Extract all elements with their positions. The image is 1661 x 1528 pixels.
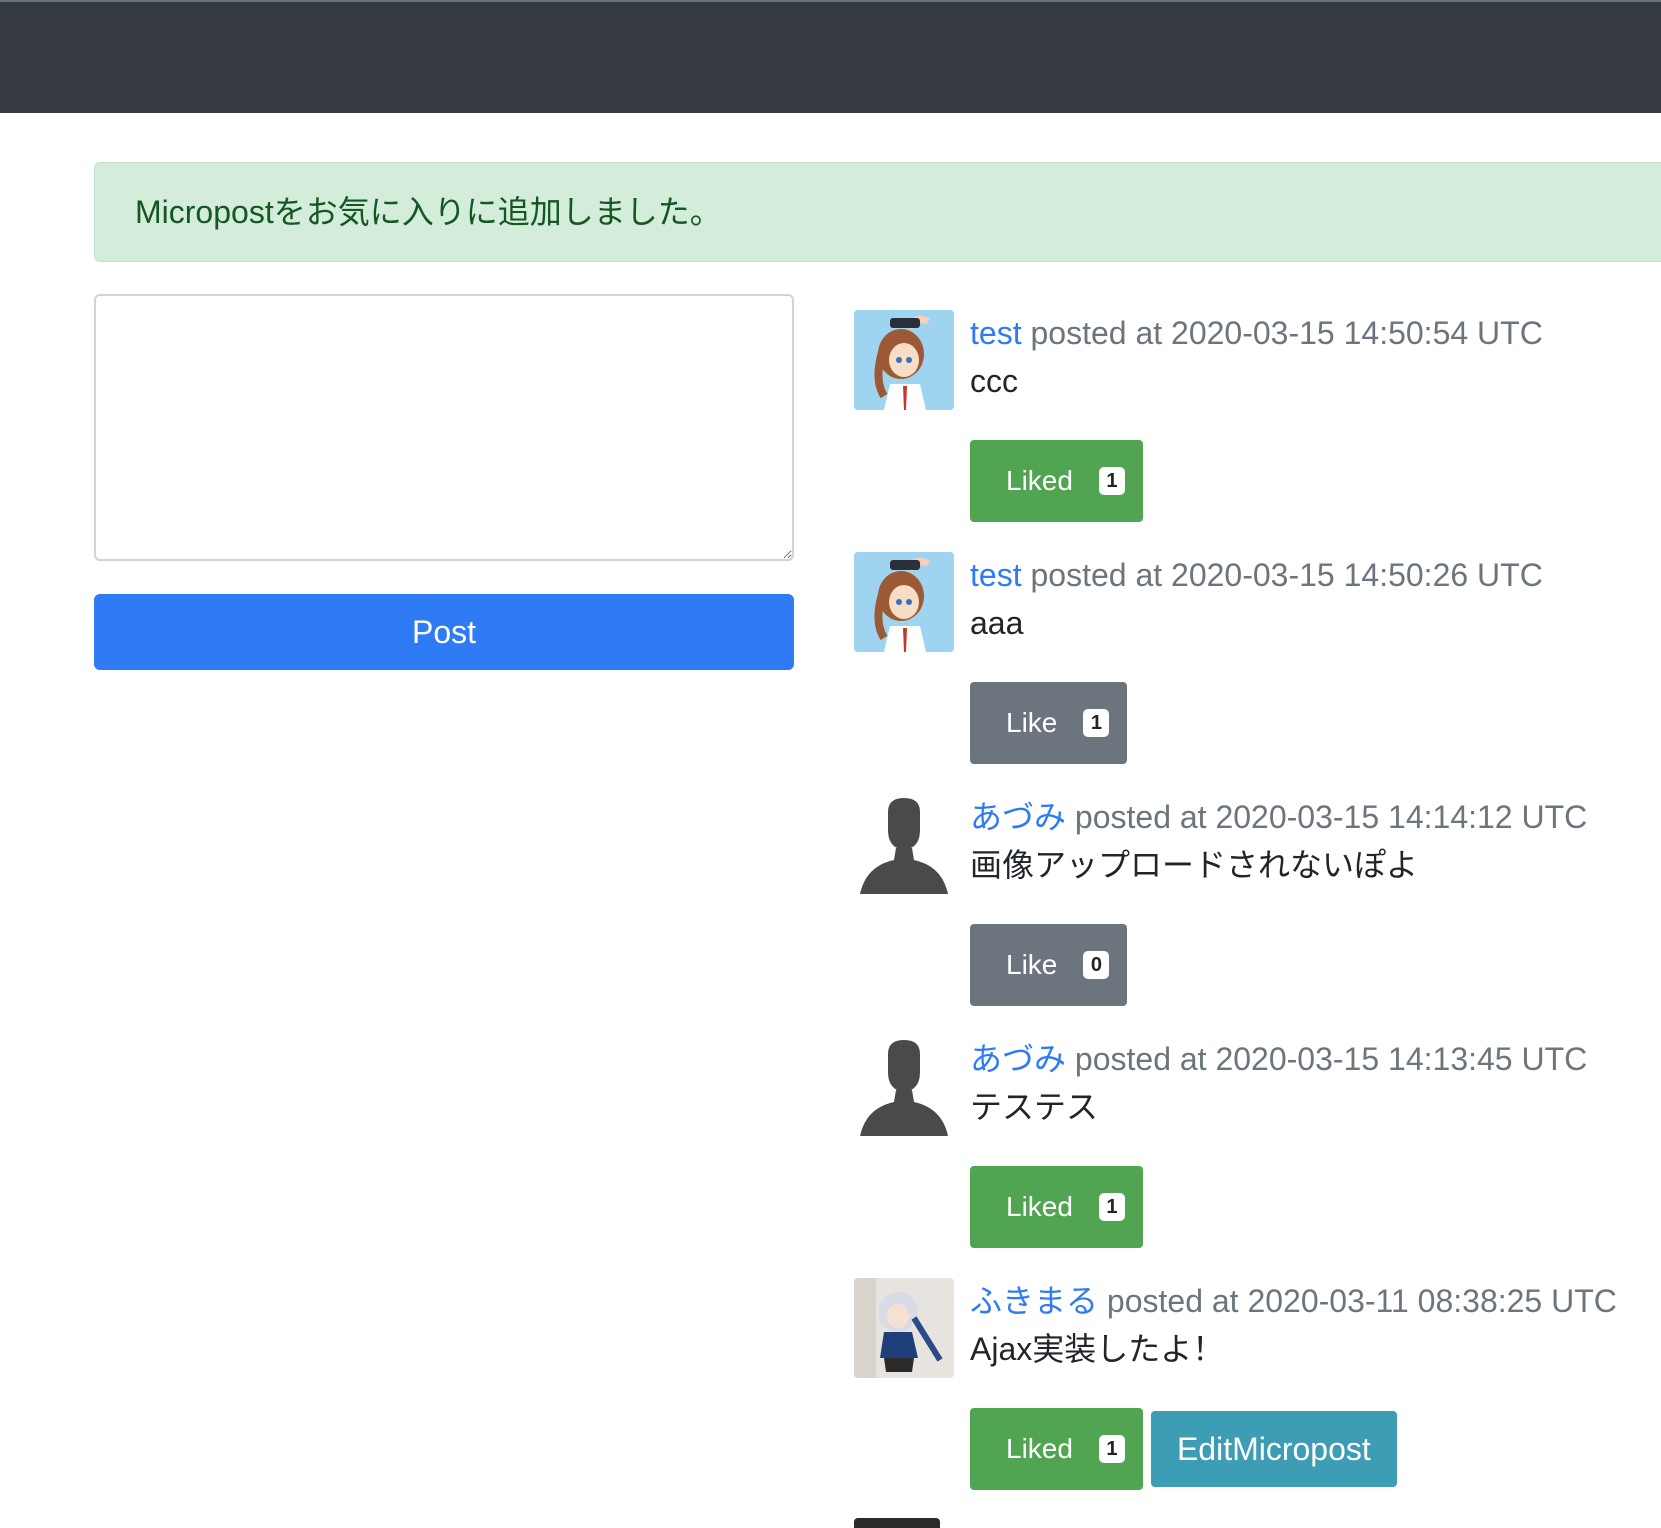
post-meta: あづみ posted at 2020-03-15 14:14:12 UTC [970,794,1661,840]
post-timestamp: posted at 2020-03-15 14:50:54 UTC [1021,315,1543,351]
post-body: あづみ posted at 2020-03-15 14:13:45 UTC テス… [970,1036,1661,1248]
post-body: test posted at 2020-03-15 14:50:54 UTC c… [970,310,1661,522]
post-content: ccc [970,363,1018,399]
like-button[interactable]: Like 1 [970,682,1128,764]
post-body: ふきまる posted at 2020-03-11 08:38:25 UTC A… [970,1278,1661,1490]
like-label: Liked [1006,1191,1073,1222]
like-label: Liked [1006,1433,1073,1464]
post-meta: test posted at 2020-03-15 14:50:54 UTC [970,310,1661,356]
user-avatar-default[interactable] [854,1036,954,1136]
user-avatar-figure-photo[interactable] [854,1278,954,1378]
post-content: Ajax実装したよ！ [970,1331,1225,1367]
post-timestamp: posted at 2020-03-11 08:38:25 UTC [1098,1283,1617,1319]
post-body: あづみ posted at 2020-03-15 14:14:12 UTC 画像… [970,794,1661,1006]
post-content: aaa [970,605,1024,641]
like-label: Like [1006,949,1058,980]
edit-micropost-button[interactable]: EditMicropost [1150,1411,1397,1487]
post-timestamp: posted at 2020-03-15 14:13:45 UTC [1066,1041,1588,1077]
micropost-form: Post [94,294,794,670]
post-content: テステス [970,1089,1099,1125]
default-user-silhouette-icon [854,794,954,894]
post-content: 画像アップロードされないぽよ [970,847,1419,883]
like-label: Like [1006,707,1058,738]
partial-next-avatar [854,1518,940,1528]
liked-button[interactable]: Liked 1 [970,1408,1143,1490]
alert-message: Micropostをお気に入りに追加しました。 [135,194,722,230]
liked-button[interactable]: Liked 1 [970,440,1143,522]
like-count-badge: 1 [1098,1435,1125,1463]
micropost-item: test posted at 2020-03-15 14:50:54 UTC c… [854,310,1661,552]
post-actions: Liked 1 [970,1166,1661,1248]
user-link[interactable]: あづみ [970,1041,1066,1077]
micropost-textarea[interactable] [94,294,794,561]
post-timestamp: posted at 2020-03-15 14:14:12 UTC [1066,799,1588,835]
post-meta: test posted at 2020-03-15 14:50:26 UTC [970,552,1661,598]
post-timestamp: posted at 2020-03-15 14:50:26 UTC [1021,557,1543,593]
anime-girl-avatar-icon [854,552,954,652]
like-count-badge: 0 [1083,951,1110,979]
top-navbar [0,0,1661,113]
user-avatar-anime-girl[interactable] [854,552,954,652]
user-link[interactable]: ふきまる [970,1283,1098,1319]
micropost-item: あづみ posted at 2020-03-15 14:14:12 UTC 画像… [854,794,1661,1036]
liked-button[interactable]: Liked 1 [970,1166,1143,1248]
like-button[interactable]: Like 0 [970,924,1128,1006]
anime-girl-avatar-icon [854,310,954,410]
post-meta: ふきまる posted at 2020-03-11 08:38:25 UTC [970,1278,1661,1324]
user-link[interactable]: test [970,557,1022,593]
flash-alert: Micropostをお気に入りに追加しました。 [94,162,1661,262]
post-meta: あづみ posted at 2020-03-15 14:13:45 UTC [970,1036,1661,1082]
user-avatar-default[interactable] [854,794,954,894]
micropost-item: ふきまる posted at 2020-03-11 08:38:25 UTC A… [854,1278,1661,1520]
post-button[interactable]: Post [94,594,794,670]
like-count-badge: 1 [1083,709,1110,737]
post-actions: Like 0 [970,924,1661,1006]
post-actions: Liked 1 [970,440,1661,522]
user-avatar-anime-girl[interactable] [854,310,954,410]
like-count-badge: 1 [1098,467,1125,495]
user-link[interactable]: test [970,315,1022,351]
post-actions: Like 1 [970,682,1661,764]
figure-photo-avatar-icon [854,1278,954,1378]
micropost-item: test posted at 2020-03-15 14:50:26 UTC a… [854,552,1661,794]
post-body: test posted at 2020-03-15 14:50:26 UTC a… [970,552,1661,764]
micropost-item: あづみ posted at 2020-03-15 14:13:45 UTC テス… [854,1036,1661,1278]
post-actions: Liked 1 EditMicropost [970,1408,1661,1490]
like-count-badge: 1 [1098,1193,1125,1221]
default-user-silhouette-icon [854,1036,954,1136]
micropost-feed: test posted at 2020-03-15 14:50:54 UTC c… [854,310,1661,1520]
user-link[interactable]: あづみ [970,799,1066,835]
like-label: Liked [1006,465,1073,496]
